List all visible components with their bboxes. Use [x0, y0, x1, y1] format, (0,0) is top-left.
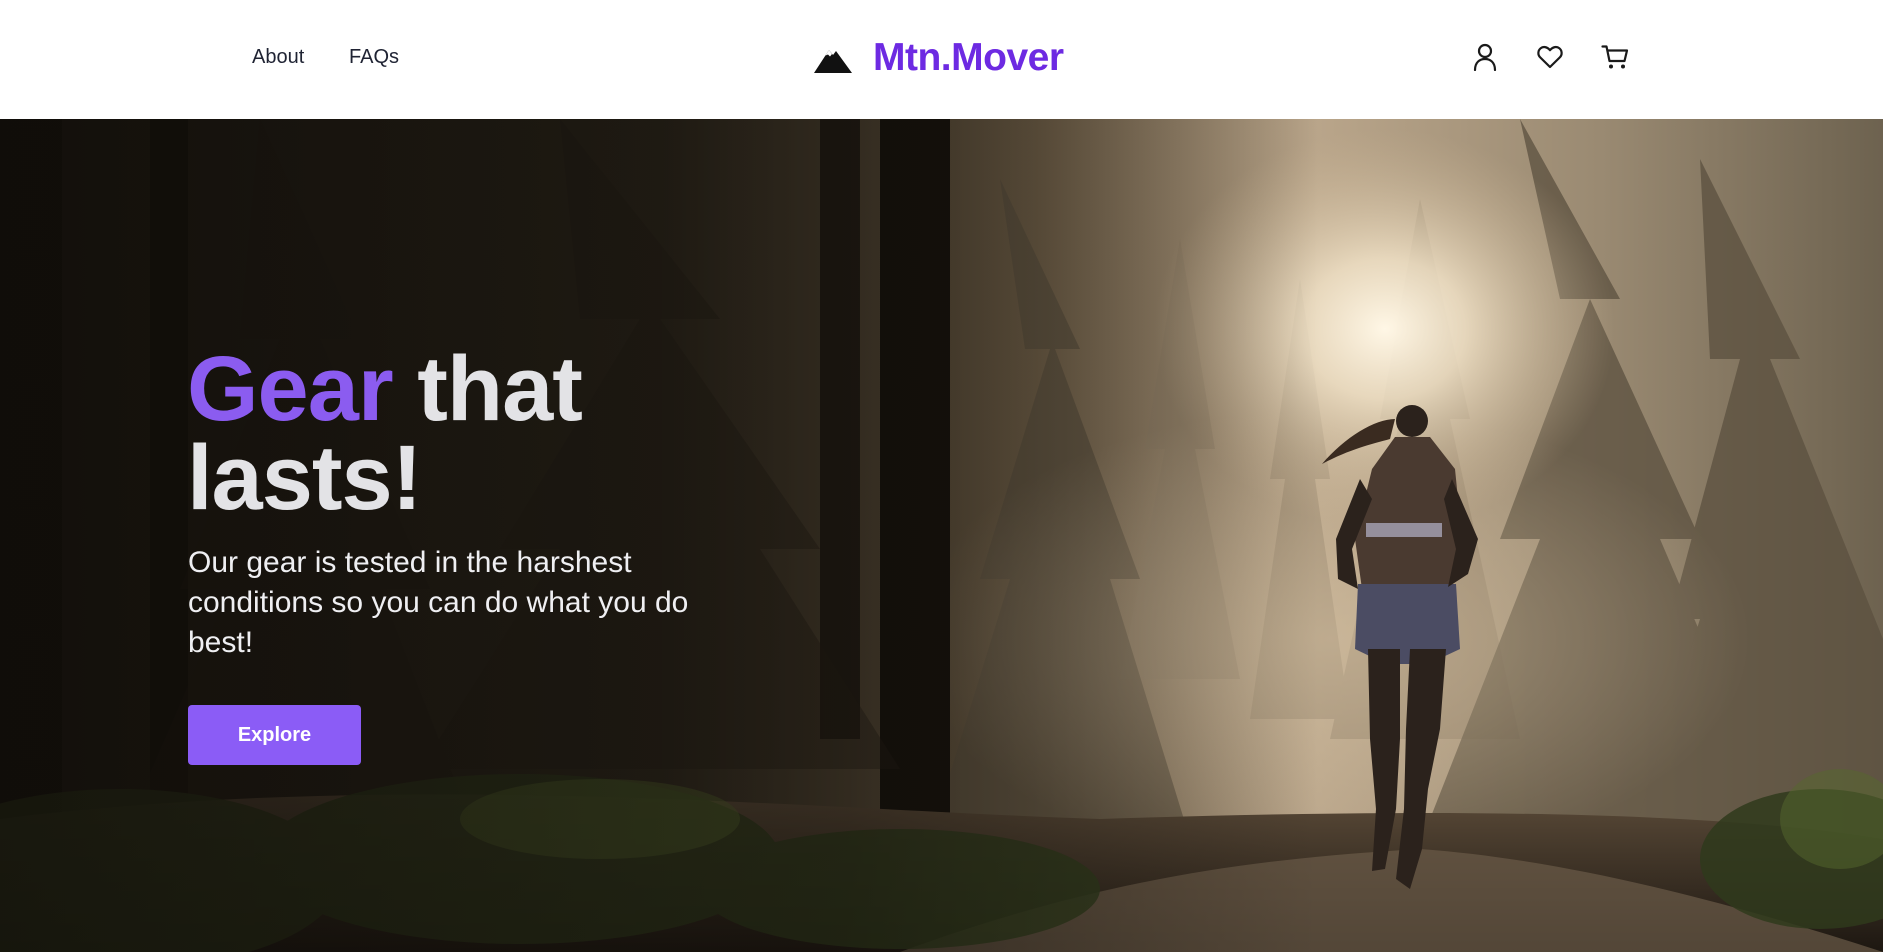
hero-subtitle: Our gear is tested in the harshest condi…	[188, 546, 689, 659]
hero-background-image	[0, 119, 1883, 952]
heart-icon	[1537, 45, 1563, 69]
hero-section: Gear that lasts! Our gear is tested in t…	[0, 119, 1883, 952]
brand-home-link[interactable]: Mtn.Mover	[813, 32, 1064, 84]
mountain-icon	[814, 50, 852, 73]
cart-icon	[1601, 45, 1629, 69]
nav-link-about[interactable]: About	[252, 44, 304, 70]
cart-button[interactable]	[1600, 41, 1630, 73]
hero-title: Gear that lasts!	[187, 343, 807, 524]
hero-title-accent: Gear	[187, 338, 394, 440]
brand-name: Mtn.Mover	[873, 36, 1064, 79]
site-header: About FAQs Mtn.Mover	[0, 0, 1883, 119]
wishlist-button[interactable]	[1535, 41, 1565, 73]
explore-button[interactable]: Explore	[188, 705, 361, 765]
user-icon	[1473, 43, 1497, 71]
nav-link-faqs[interactable]: FAQs	[349, 44, 399, 70]
account-button[interactable]	[1470, 41, 1500, 73]
